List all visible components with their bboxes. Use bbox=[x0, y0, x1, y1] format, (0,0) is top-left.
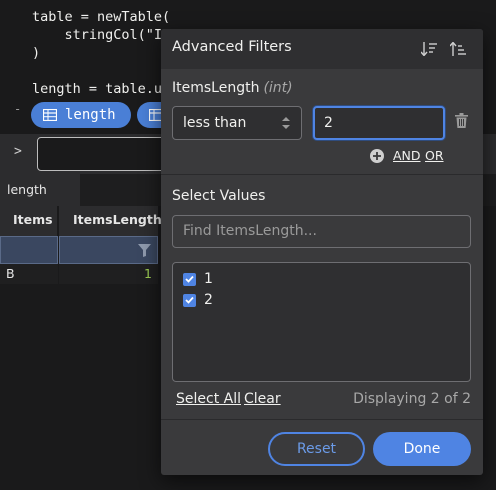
select-arrows-icon bbox=[282, 117, 290, 129]
value-label: 1 bbox=[204, 271, 213, 287]
value-item-2[interactable]: 2 bbox=[183, 292, 213, 308]
sort-descending-icon bbox=[450, 42, 466, 56]
sort-descending-button[interactable] bbox=[447, 38, 469, 60]
column-header-items[interactable]: Items bbox=[0, 206, 58, 236]
add-circle-icon bbox=[373, 152, 381, 160]
code-line: table = newTable( bbox=[32, 9, 171, 25]
displaying-count: Displaying 2 of 2 bbox=[353, 391, 471, 407]
column-type: (int) bbox=[263, 80, 293, 96]
gutter-collapse-marker[interactable]: - bbox=[14, 102, 21, 116]
select-all-button[interactable]: Select All bbox=[176, 391, 241, 407]
value-item-1[interactable]: 1 bbox=[183, 271, 213, 287]
values-list[interactable]: 1 2 bbox=[172, 262, 471, 382]
section-divider bbox=[161, 174, 483, 175]
checkbox-checked-icon[interactable] bbox=[183, 293, 196, 307]
section-divider bbox=[161, 419, 483, 420]
filter-cell-itemslength[interactable] bbox=[59, 236, 158, 264]
select-values-heading: Select Values bbox=[172, 188, 266, 204]
console-input[interactable] bbox=[37, 137, 179, 171]
or-button[interactable]: OR bbox=[425, 148, 444, 163]
and-button[interactable]: AND bbox=[393, 148, 421, 163]
delete-condition-button[interactable] bbox=[455, 113, 468, 132]
pill-label: length bbox=[65, 107, 116, 123]
checkbox-checked-icon[interactable] bbox=[183, 272, 196, 286]
sort-ascending-button[interactable] bbox=[418, 38, 440, 60]
advanced-filters-dialog: Advanced Filters ItemsLength (int) less t bbox=[161, 29, 483, 475]
dialog-title: Advanced Filters bbox=[172, 39, 292, 55]
table-icon bbox=[43, 109, 57, 121]
condition-select[interactable]: less than bbox=[172, 106, 302, 140]
column-name: ItemsLength bbox=[172, 80, 260, 96]
filter-icon[interactable] bbox=[138, 244, 151, 257]
filter-cell-items[interactable] bbox=[0, 236, 58, 264]
tab-length[interactable]: length bbox=[0, 174, 80, 206]
variable-pill-length[interactable]: length bbox=[31, 102, 131, 128]
condition-select-value: less than bbox=[183, 115, 247, 131]
column-header-itemslength[interactable]: ItemsLength bbox=[59, 206, 162, 236]
condition-value-input[interactable]: 2 bbox=[313, 106, 445, 140]
clear-button[interactable]: Clear bbox=[244, 391, 281, 407]
cell-itemslength[interactable]: 1 bbox=[59, 264, 158, 284]
values-search-input[interactable]: Find ItemsLength... bbox=[172, 215, 471, 248]
sort-ascending-icon bbox=[421, 42, 437, 56]
code-line: stringCol("Ite bbox=[32, 27, 179, 43]
filter-column-heading: ItemsLength (int) bbox=[172, 80, 293, 96]
value-label: 2 bbox=[204, 292, 213, 308]
done-button[interactable]: Done bbox=[373, 432, 471, 466]
code-line: ) bbox=[32, 45, 41, 61]
console-prompt: > bbox=[14, 144, 22, 159]
code-line: length = table.upd bbox=[32, 81, 179, 97]
dialog-header: Advanced Filters bbox=[161, 29, 483, 69]
cell-items[interactable]: B bbox=[0, 264, 58, 284]
reset-button[interactable]: Reset bbox=[268, 432, 365, 466]
trash-icon bbox=[455, 113, 468, 128]
add-condition-button[interactable] bbox=[370, 149, 384, 163]
